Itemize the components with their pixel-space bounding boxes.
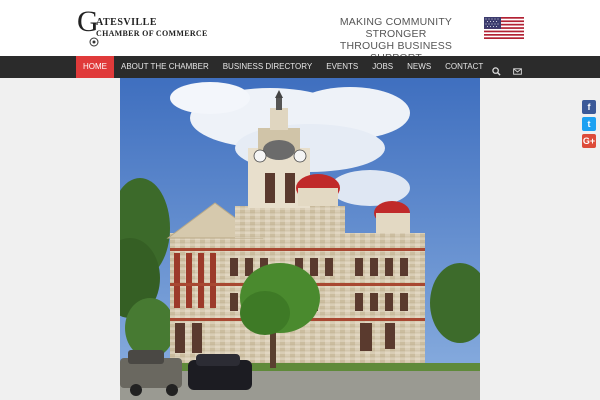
nav-icons [492,56,522,78]
nav-item-events[interactable]: EVENTS [319,56,365,78]
courthouse-illustration [120,78,480,400]
main-navbar: HOME ABOUT THE CHAMBER BUSINESS DIRECTOR… [0,56,600,78]
site-header: G ATESVILLE CHAMBER OF COMMERCE MAKING C… [0,0,600,64]
mail-icon[interactable] [513,63,522,75]
site-logo[interactable]: G ATESVILLE CHAMBER OF COMMERCE [77,7,208,47]
search-icon[interactable] [492,63,501,76]
nav-item-home[interactable]: HOME [76,56,114,78]
nav-menu: HOME ABOUT THE CHAMBER BUSINESS DIRECTOR… [76,56,490,78]
nav-item-contact[interactable]: CONTACT [438,56,490,78]
nav-item-business-directory[interactable]: BUSINESS DIRECTORY [216,56,320,78]
social-links: f t G+ [582,100,598,151]
logo-mark-icon [89,37,99,47]
tagline-line1: MAKING COMMUNITY STRONGER [339,16,453,40]
nav-item-jobs[interactable]: JOBS [365,56,400,78]
nav-item-about[interactable]: ABOUT THE CHAMBER [114,56,216,78]
facebook-icon[interactable]: f [582,100,596,114]
twitter-icon[interactable]: t [582,117,596,131]
us-flag-icon [484,17,524,39]
nav-item-news[interactable]: NEWS [400,56,438,78]
google-plus-icon[interactable]: G+ [582,134,596,148]
logo-line1: ATESVILLE [96,17,158,28]
hero-courthouse-photo [120,78,480,400]
logo-line2: CHAMBER OF COMMERCE [96,29,208,38]
